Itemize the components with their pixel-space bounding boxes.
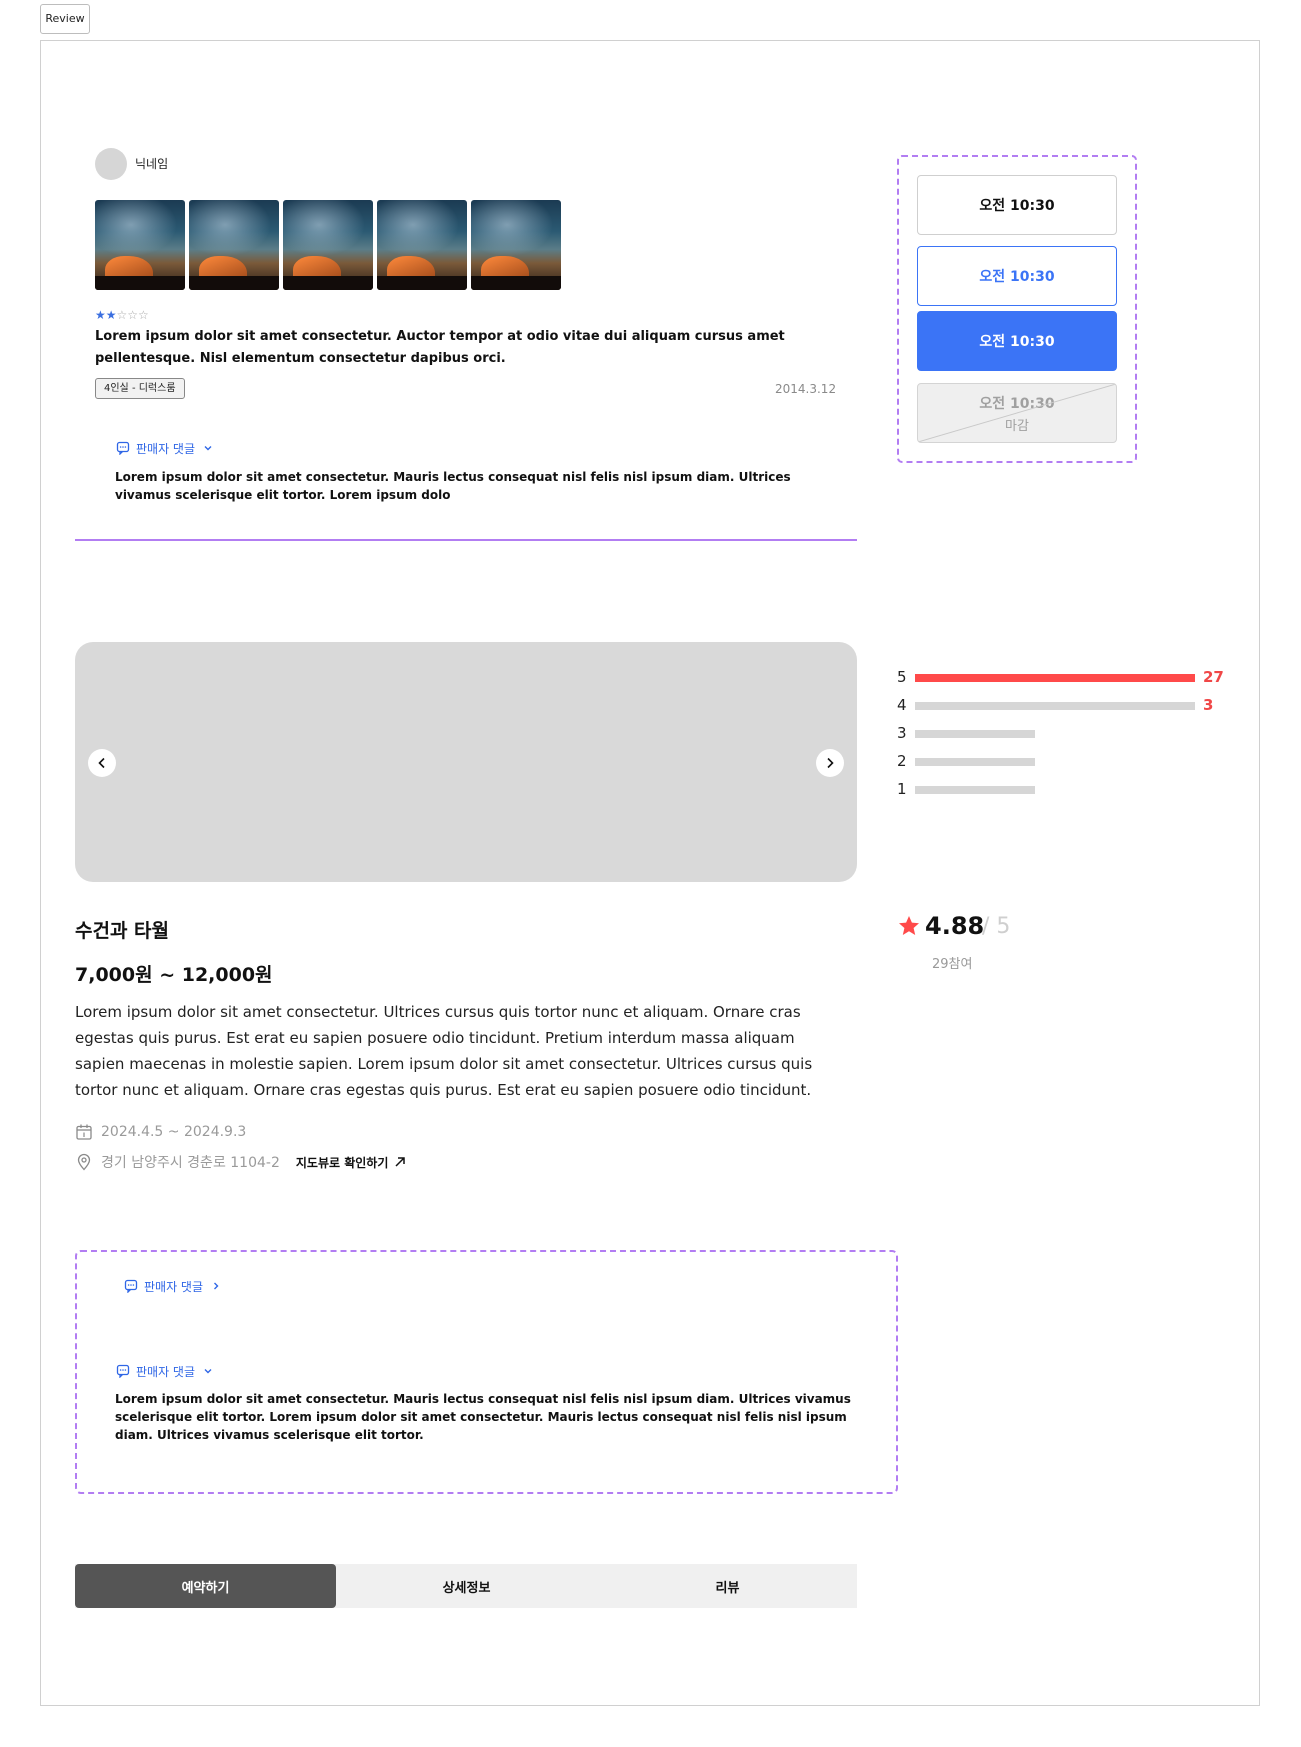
- rating-count: 27: [1203, 668, 1224, 686]
- avatar: [95, 148, 127, 180]
- seller-reply-label: 판매자 댓글: [136, 441, 196, 456]
- star-empty-icon: ☆☆☆: [116, 308, 149, 322]
- rating-count: 3: [1203, 696, 1214, 714]
- carousel-prev-button[interactable]: [88, 749, 116, 777]
- address-row: 경기 남양주시 경춘로 1104-2 지도뷰로 확인하기: [75, 1152, 406, 1172]
- chat-bubble-icon: [124, 1279, 138, 1293]
- star-icon: [899, 916, 919, 935]
- strike-line: [918, 384, 1116, 442]
- review-photo[interactable]: [377, 200, 467, 290]
- rating-bar-fill: [915, 674, 1195, 682]
- chevron-left-icon: [98, 757, 105, 769]
- star-filled-icon: ★★: [95, 308, 117, 322]
- chevron-down-icon: [204, 446, 212, 451]
- review-photo[interactable]: [283, 200, 373, 290]
- rating-score-label: 1: [897, 780, 907, 798]
- tab-reviews[interactable]: 리뷰: [597, 1564, 858, 1608]
- period-row: 2024.4.5 ~ 2024.9.3: [75, 1123, 246, 1141]
- time-slot-label: 오전 10:30: [979, 269, 1055, 285]
- carousel-next-button[interactable]: [816, 749, 844, 777]
- seller-reply-label: 판매자 댓글: [144, 1279, 204, 1294]
- seller-reply-label: 판매자 댓글: [136, 1364, 196, 1379]
- tab-bar: 예약하기 상세정보 리뷰: [75, 1564, 857, 1608]
- star-rating: ★★☆☆☆: [95, 308, 149, 322]
- time-slot-label: 오전 10:30: [979, 198, 1055, 214]
- participant-count: 29참여: [932, 957, 973, 972]
- rating-bar: [915, 674, 1195, 682]
- address-text: 경기 남양주시 경춘로 1104-2: [101, 1155, 280, 1171]
- chat-bubble-icon: [116, 441, 130, 455]
- room-option-badge: 4인실 - 디럭스룸: [95, 378, 185, 399]
- review-photo[interactable]: [471, 200, 561, 290]
- time-slot-button[interactable]: 오전 10:30: [917, 175, 1117, 235]
- divider: [75, 539, 857, 541]
- product-title: 수건과 타월: [75, 920, 170, 942]
- calendar-icon: [76, 1124, 92, 1140]
- time-slot-button-selected[interactable]: 오전 10:30: [917, 311, 1117, 371]
- reviewer-nickname: 닉네임: [135, 157, 169, 171]
- tab-details[interactable]: 상세정보: [336, 1564, 597, 1608]
- rating-bar: [915, 758, 1035, 766]
- rating-bar: [915, 786, 1035, 794]
- seller-reply-toggle-collapsed[interactable]: 판매자 댓글: [124, 1277, 223, 1295]
- time-slot-button[interactable]: 오전 10:30: [917, 246, 1117, 306]
- chat-bubble-icon: [116, 1364, 130, 1378]
- chevron-down-icon: [204, 1369, 212, 1374]
- review-date: 2014.3.12: [775, 382, 837, 396]
- rating-bar: [915, 730, 1035, 738]
- arrow-up-right-icon: [395, 1157, 406, 1167]
- chevron-right-icon: [827, 757, 834, 769]
- time-slot-button-closed: 오전 10:30 마감: [917, 383, 1117, 443]
- average-rating: 4.88: [925, 912, 985, 940]
- period-text: 2024.4.5 ~ 2024.9.3: [101, 1124, 247, 1140]
- review-text: Lorem ipsum dolor sit amet consectetur. …: [95, 329, 785, 366]
- map-link-label: 지도뷰로 확인하기: [295, 1155, 389, 1170]
- rating-score-label: 4: [897, 696, 907, 714]
- rating-bar: [915, 702, 1195, 710]
- review-photo[interactable]: [95, 200, 185, 290]
- review-photo[interactable]: [189, 200, 279, 290]
- rating-score-label: 3: [897, 724, 907, 742]
- rating-max: / 5: [982, 914, 1011, 939]
- seller-reply-text: Lorem ipsum dolor sit amet consectetur. …: [115, 470, 791, 502]
- review-tag: Review: [40, 4, 90, 34]
- seller-reply-toggle-expanded[interactable]: 판매자 댓글: [116, 1362, 215, 1380]
- map-view-link[interactable]: 지도뷰로 확인하기: [296, 1154, 407, 1171]
- product-price: 7,000원 ~ 12,000원: [75, 964, 273, 986]
- tab-booking[interactable]: 예약하기: [75, 1564, 336, 1608]
- chevron-right-icon: [214, 1282, 219, 1290]
- image-carousel[interactable]: [75, 642, 857, 882]
- seller-reply-toggle[interactable]: 판매자 댓글: [116, 439, 215, 457]
- rating-score-label: 2: [897, 752, 907, 770]
- time-slot-label: 오전 10:30: [979, 334, 1055, 350]
- product-description: Lorem ipsum dolor sit amet consectetur. …: [75, 1003, 813, 1099]
- location-pin-icon: [77, 1153, 91, 1171]
- seller-reply-text: Lorem ipsum dolor sit amet consectetur. …: [115, 1392, 851, 1442]
- rating-score-label: 5: [897, 668, 907, 686]
